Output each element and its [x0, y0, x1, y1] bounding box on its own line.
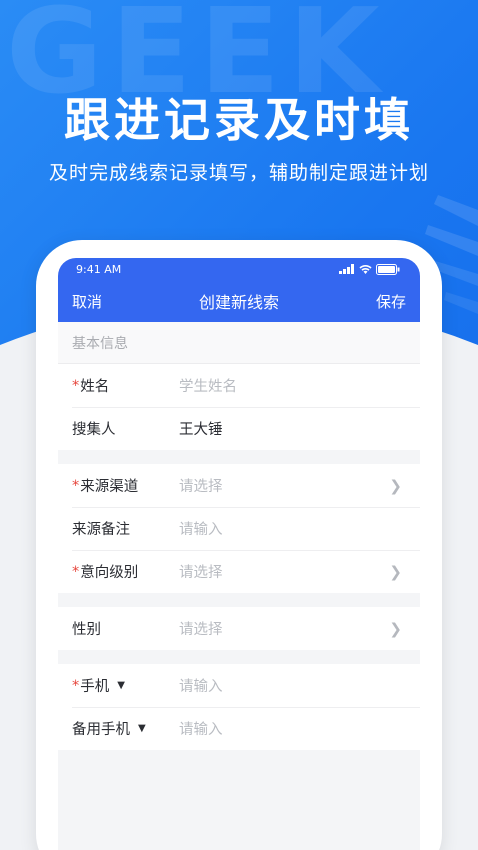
signal-icon [339, 264, 354, 274]
label-text: 备用手机 [72, 722, 130, 738]
source-note-input[interactable]: 请输入 [179, 518, 402, 539]
form-group-basic: * 姓名 学生姓名 搜集人 王大锤 [58, 364, 420, 450]
field-label-backup-phone[interactable]: 备用手机 ▼ [72, 718, 179, 739]
field-label-name: * 姓名 [72, 375, 179, 396]
field-label-collector: 搜集人 [72, 418, 179, 439]
form-group-phone: * 手机 ▼ 请输入 备用手机 ▼ 请输入 [58, 664, 420, 750]
form-group-gender: 性别 请选择 ❯ [58, 607, 420, 650]
caret-down-icon[interactable]: ▼ [117, 680, 125, 691]
form-row-name[interactable]: * 姓名 学生姓名 [58, 364, 420, 407]
save-button[interactable]: 保存 [376, 291, 406, 312]
label-text: 来源渠道 [80, 479, 139, 495]
form-row-phone[interactable]: * 手机 ▼ 请输入 [58, 664, 420, 707]
chevron-right-icon: ❯ [389, 562, 402, 581]
label-text: 性别 [72, 622, 101, 638]
group-divider [58, 593, 420, 607]
required-marker: * [72, 677, 80, 694]
headline: 跟进记录及时填 [64, 93, 414, 147]
form-row-backup-phone[interactable]: 备用手机 ▼ 请输入 [58, 707, 420, 750]
section-header-basic-info: 基本信息 [58, 322, 420, 364]
form-row-source-note[interactable]: 来源备注 请输入 [58, 507, 420, 550]
intent-level-select[interactable]: 请选择 [179, 561, 389, 582]
field-label-gender: 性别 [72, 618, 179, 639]
field-label-intent-level: * 意向级别 [72, 561, 179, 582]
form-row-collector[interactable]: 搜集人 王大锤 [58, 407, 420, 450]
subheadline: 及时完成线索记录填写，辅助制定跟进计划 [48, 162, 429, 184]
form-row-gender[interactable]: 性别 请选择 ❯ [58, 607, 420, 650]
name-input[interactable]: 学生姓名 [179, 375, 402, 396]
battery-icon [376, 263, 400, 275]
required-marker: * [72, 377, 80, 394]
collector-value[interactable]: 王大锤 [179, 418, 402, 439]
form-row-source-channel[interactable]: * 来源渠道 请选择 ❯ [58, 464, 420, 507]
label-text: 搜集人 [72, 422, 116, 438]
cancel-button[interactable]: 取消 [72, 291, 102, 312]
required-marker: * [72, 477, 80, 494]
required-marker: * [72, 563, 80, 580]
backup-phone-input[interactable]: 请输入 [179, 718, 402, 739]
wifi-icon [359, 265, 372, 274]
chevron-right-icon: ❯ [389, 476, 402, 495]
status-icons [339, 263, 400, 275]
source-channel-select[interactable]: 请选择 [179, 475, 389, 496]
field-label-source-note: 来源备注 [72, 518, 179, 539]
phone-screen: 9:41 AM 取消 创建新线索 保存 基本信息 * 姓名 学生姓名 搜集人 王… [58, 258, 420, 850]
field-label-phone[interactable]: * 手机 ▼ [72, 675, 179, 696]
group-divider [58, 450, 420, 464]
caret-down-icon[interactable]: ▼ [138, 723, 146, 734]
page-title: 创建新线索 [198, 293, 279, 312]
field-label-source-channel: * 来源渠道 [72, 475, 179, 496]
chevron-right-icon: ❯ [389, 619, 402, 638]
form-group-source: * 来源渠道 请选择 ❯ 来源备注 请输入 * 意向级别 请选择 ❯ [58, 464, 420, 593]
label-text: 姓名 [80, 379, 110, 395]
status-time: 9:41 AM [76, 262, 122, 276]
label-text: 意向级别 [80, 565, 139, 581]
phone-input[interactable]: 请输入 [179, 675, 402, 696]
nav-bar: 取消 创建新线索 保存 [58, 280, 420, 322]
gender-select[interactable]: 请选择 [179, 618, 389, 639]
group-divider [58, 650, 420, 664]
form-row-intent-level[interactable]: * 意向级别 请选择 ❯ [58, 550, 420, 593]
label-text: 来源备注 [72, 522, 130, 538]
status-bar: 9:41 AM [58, 258, 420, 280]
label-text: 手机 [80, 679, 110, 695]
